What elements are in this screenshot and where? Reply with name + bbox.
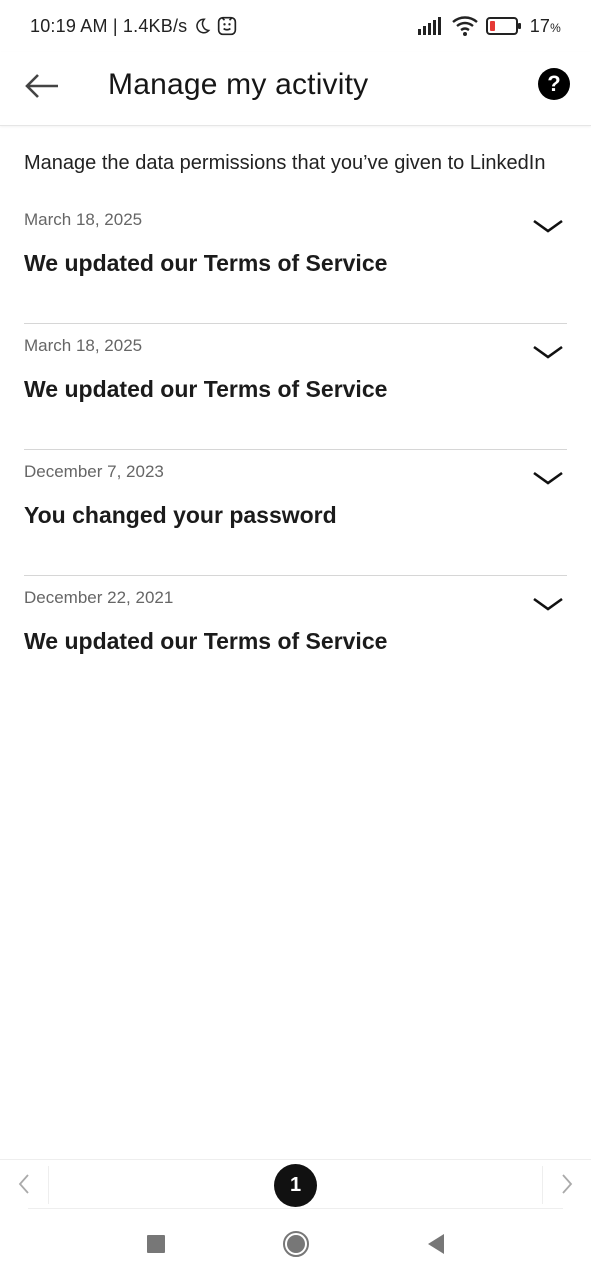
smile-badge-icon [217, 16, 237, 36]
activity-date: December 7, 2023 [24, 462, 164, 481]
pager-divider [48, 1166, 49, 1204]
current-page-badge[interactable]: 1 [274, 1164, 317, 1207]
chevron-down-icon[interactable] [531, 342, 565, 362]
circle-icon [282, 1230, 310, 1263]
battery-percent-value: 17 [529, 15, 551, 36]
arrow-left-icon [24, 72, 60, 105]
battery-icon [485, 17, 522, 35]
page-indicator: 1 [0, 1159, 591, 1209]
activity-list: March 18, 2025 We updated our Terms of S… [24, 198, 567, 702]
chevron-down-icon[interactable] [531, 216, 565, 236]
chevron-left-icon [18, 1173, 30, 1200]
home-button[interactable] [276, 1226, 316, 1266]
status-left: 10:19 AM | 1.4KB/s [30, 16, 237, 37]
triangle-back-icon [426, 1233, 446, 1260]
pager-next-button[interactable] [555, 1173, 579, 1200]
activity-date: March 18, 2025 [24, 336, 143, 355]
pager-prev-button[interactable] [12, 1173, 36, 1200]
status-bar: 10:19 AM | 1.4KB/s 17% [0, 0, 591, 52]
chevron-down-icon[interactable] [531, 468, 565, 488]
activity-item[interactable]: December 22, 2021 We updated our Terms o… [24, 576, 567, 702]
activity-title: We updated our Terms of Service [24, 628, 388, 654]
content: Manage the data permissions that you’ve … [24, 126, 567, 702]
square-icon [146, 1234, 166, 1259]
battery-percent-unit: % [550, 20, 561, 35]
battery-percent: 17% [530, 16, 561, 37]
back-button[interactable] [22, 70, 62, 106]
status-time: 10:19 AM | 1.4KB/s [30, 15, 188, 36]
pager-divider [542, 1166, 543, 1204]
signal-icon [417, 17, 444, 35]
activity-title: You changed your password [24, 502, 337, 528]
system-nav-bar [0, 1212, 591, 1280]
activity-title: We updated our Terms of Service [24, 376, 388, 402]
activity-item[interactable]: March 18, 2025 We updated our Terms of S… [24, 324, 567, 450]
page-title: Manage my activity [108, 68, 369, 101]
help-button[interactable]: ? [538, 68, 570, 100]
app-root: 10:19 AM | 1.4KB/s 17% Manage my activit… [0, 0, 591, 1280]
app-bar: Manage my activity ? [0, 52, 591, 126]
chevron-right-icon [561, 1173, 573, 1200]
recents-button[interactable] [136, 1226, 176, 1266]
chevron-down-icon[interactable] [531, 594, 565, 614]
status-right: 17% [417, 16, 561, 37]
activity-item[interactable]: March 18, 2025 We updated our Terms of S… [24, 198, 567, 324]
help-circle-icon: ? [547, 71, 561, 96]
pager-bottom-divider [28, 1208, 563, 1209]
wifi-icon [451, 16, 478, 36]
activity-date: December 22, 2021 [24, 588, 174, 607]
activity-title: We updated our Terms of Service [24, 250, 388, 276]
activity-date: March 18, 2025 [24, 210, 143, 229]
activity-item[interactable]: December 7, 2023 You changed your passwo… [24, 450, 567, 576]
subtitle: Manage the data permissions that you’ve … [24, 152, 546, 174]
back-nav-button[interactable] [416, 1226, 456, 1266]
moon-icon [193, 17, 211, 35]
